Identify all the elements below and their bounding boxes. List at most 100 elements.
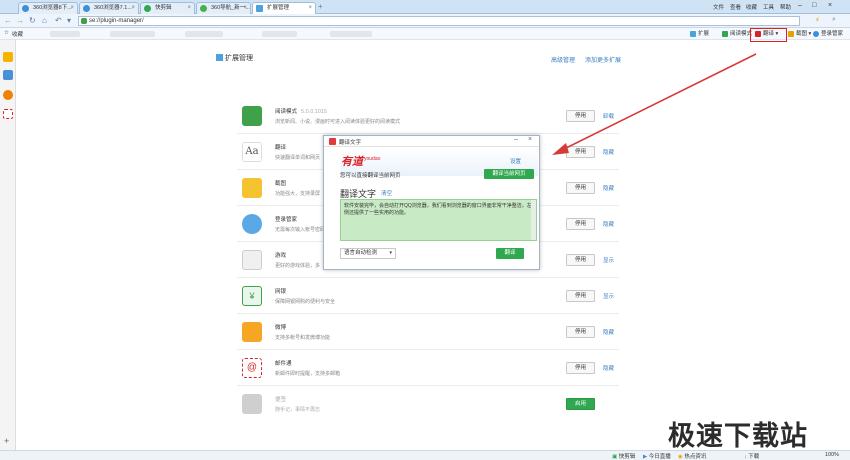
search-icon[interactable]: ⌕ [832,16,836,24]
home-icon[interactable]: ⌂ [42,16,47,25]
video-icon: ▣ [612,454,618,460]
star-icon[interactable] [3,52,13,62]
advanced-manage-link[interactable]: 高级管理 [551,55,575,64]
browser-icon [22,5,29,12]
status-download[interactable]: ↓ 下载 [744,452,759,460]
reading-mode-button[interactable]: 阅读模式 [722,29,752,39]
add-more-extensions-link[interactable]: 添加更多扩展 [585,55,621,64]
enable-button[interactable]: 启用 [566,398,595,410]
close-window-icon[interactable]: × [828,2,832,9]
status-quickclip[interactable]: ▣ 快剪辑 [612,452,635,460]
dropdown-icon[interactable]: ▾ [67,16,71,25]
status-label: 快剪辑 [618,454,636,460]
language-select[interactable]: 语言自动检测 ▾ [340,248,396,259]
clear-link[interactable]: 清空 [381,189,392,197]
show-link[interactable]: 显示 [603,256,614,264]
url-input[interactable]: se://plugin-manager/ [78,16,800,26]
extension-desc: 无需每次输入帐号密码 [275,227,326,233]
key-icon [242,214,262,234]
list-icon[interactable] [3,70,13,80]
left-sidebar: + [0,40,16,450]
close-icon[interactable]: × [528,136,532,143]
add-sidebar-button[interactable]: + [4,436,9,446]
favorites-button[interactable]: 收藏 [12,30,23,38]
close-icon[interactable]: × [187,3,191,14]
extension-name: 便签 [275,397,287,403]
new-tab-button[interactable]: + [318,3,328,12]
maximize-icon[interactable]: □ [812,2,816,9]
text-scrollbar[interactable] [531,200,536,240]
minimize-icon[interactable]: – [798,2,802,9]
bookmark-item[interactable] [330,31,372,37]
language-value: 语言自动检测 [344,250,378,256]
menu-favorites[interactable]: 收藏 [746,3,757,11]
translate-page-button[interactable]: 翻译当前网页 [484,169,534,179]
menu-view[interactable]: 查看 [730,3,741,11]
settings-link[interactable]: 设置 [510,157,521,165]
hide-link[interactable]: 隐藏 [603,184,614,192]
hide-link[interactable]: 隐藏 [603,220,614,228]
translate-submit-button[interactable]: 翻译 [496,248,524,259]
disable-button[interactable]: 停用 [566,254,595,266]
hide-link[interactable]: 隐藏 [603,328,614,336]
close-icon[interactable]: × [243,3,247,14]
minimize-icon[interactable]: – [514,136,518,143]
favorites-icon[interactable]: ☆ [4,30,9,36]
extension-desc: 更好的游戏体验，多 [275,263,321,269]
tab-5-active[interactable]: 扩展管理 × [252,2,316,14]
key-icon [813,31,819,37]
forward-icon[interactable]: → [16,16,24,25]
mail-icon[interactable] [3,109,13,119]
translate-text-area[interactable]: 软件安装完毕，会自动打开QQ浏览器，我们看到浏览器的窗口界面非常干净整洁，左侧还… [340,199,537,241]
weibo-icon[interactable] [3,90,13,100]
disable-button[interactable]: 停用 [566,146,595,158]
bookmark-item[interactable] [262,31,297,37]
tab-3[interactable]: 快剪辑 × [140,2,195,14]
close-icon[interactable]: × [131,3,135,14]
news-icon: ◉ [678,454,683,460]
close-icon[interactable]: × [70,3,74,14]
url-text: se://plugin-manager/ [89,18,144,24]
hide-link[interactable]: 隐藏 [603,148,614,156]
menu-file[interactable]: 文件 [713,3,724,11]
bookmark-item[interactable] [50,31,80,37]
lightning-icon[interactable]: ⚡ [815,16,820,24]
book-icon [242,106,262,126]
undo-icon[interactable]: ↶ [55,16,62,25]
status-news[interactable]: ◉ 热点资讯 [678,452,706,460]
extension-name: 阅读模式 5.0.0.1015 [275,107,327,115]
disable-button[interactable]: 停用 [566,110,595,122]
disable-button[interactable]: 停用 [566,218,595,230]
extension-row: ¥ 网银 保障网银网购的便利与安全 停用 显示 [237,278,619,314]
status-live[interactable]: ▶ 今日直播 [643,452,671,460]
youdao-logo: 有道 [341,155,363,168]
extension-desc: 支持多帐号和发微博功能 [275,335,331,341]
zoom-level[interactable]: 100% [825,452,839,458]
disable-button[interactable]: 停用 [566,182,595,194]
disable-button[interactable]: 停用 [566,326,595,338]
translate-dialog: 翻译文字 – × 有道 youdao 设置 您可以直接翻译当前网页 翻译当前网页… [323,135,540,270]
tab-2[interactable]: 360浏览器7.1... × [79,2,139,14]
extension-row: @ 邮件通 新邮件即时提醒，支持多邮箱 停用 隐藏 [237,350,619,386]
status-label: 热点资讯 [684,454,707,460]
bookmark-item[interactable] [185,31,223,37]
menu-help[interactable]: 帮助 [780,3,791,11]
extension-desc: 快速翻译单词和网页 [275,155,321,161]
uninstall-link[interactable]: 卸载 [603,112,614,120]
page-title: 扩展管理 [216,53,253,63]
extensions-button[interactable]: 扩展 [690,29,709,39]
disable-button[interactable]: 停用 [566,290,595,302]
refresh-icon[interactable]: ↻ [29,16,36,25]
tab-1[interactable]: 360浏览器8下... × [18,2,78,14]
bookmark-item[interactable] [110,31,155,37]
hide-link[interactable]: 隐藏 [603,364,614,372]
disable-button[interactable]: 停用 [566,362,595,374]
login-manager-button[interactable]: 登录管家 [813,29,843,39]
menu-tools[interactable]: 工具 [763,3,774,11]
screenshot-button[interactable]: 截图 ▾ [788,29,811,39]
close-icon[interactable]: × [308,3,312,14]
tab-4[interactable]: 360导航_新一... × [196,2,251,14]
show-link[interactable]: 显示 [603,292,614,300]
gamepad-icon [242,250,262,270]
back-icon[interactable]: ← [4,16,12,25]
